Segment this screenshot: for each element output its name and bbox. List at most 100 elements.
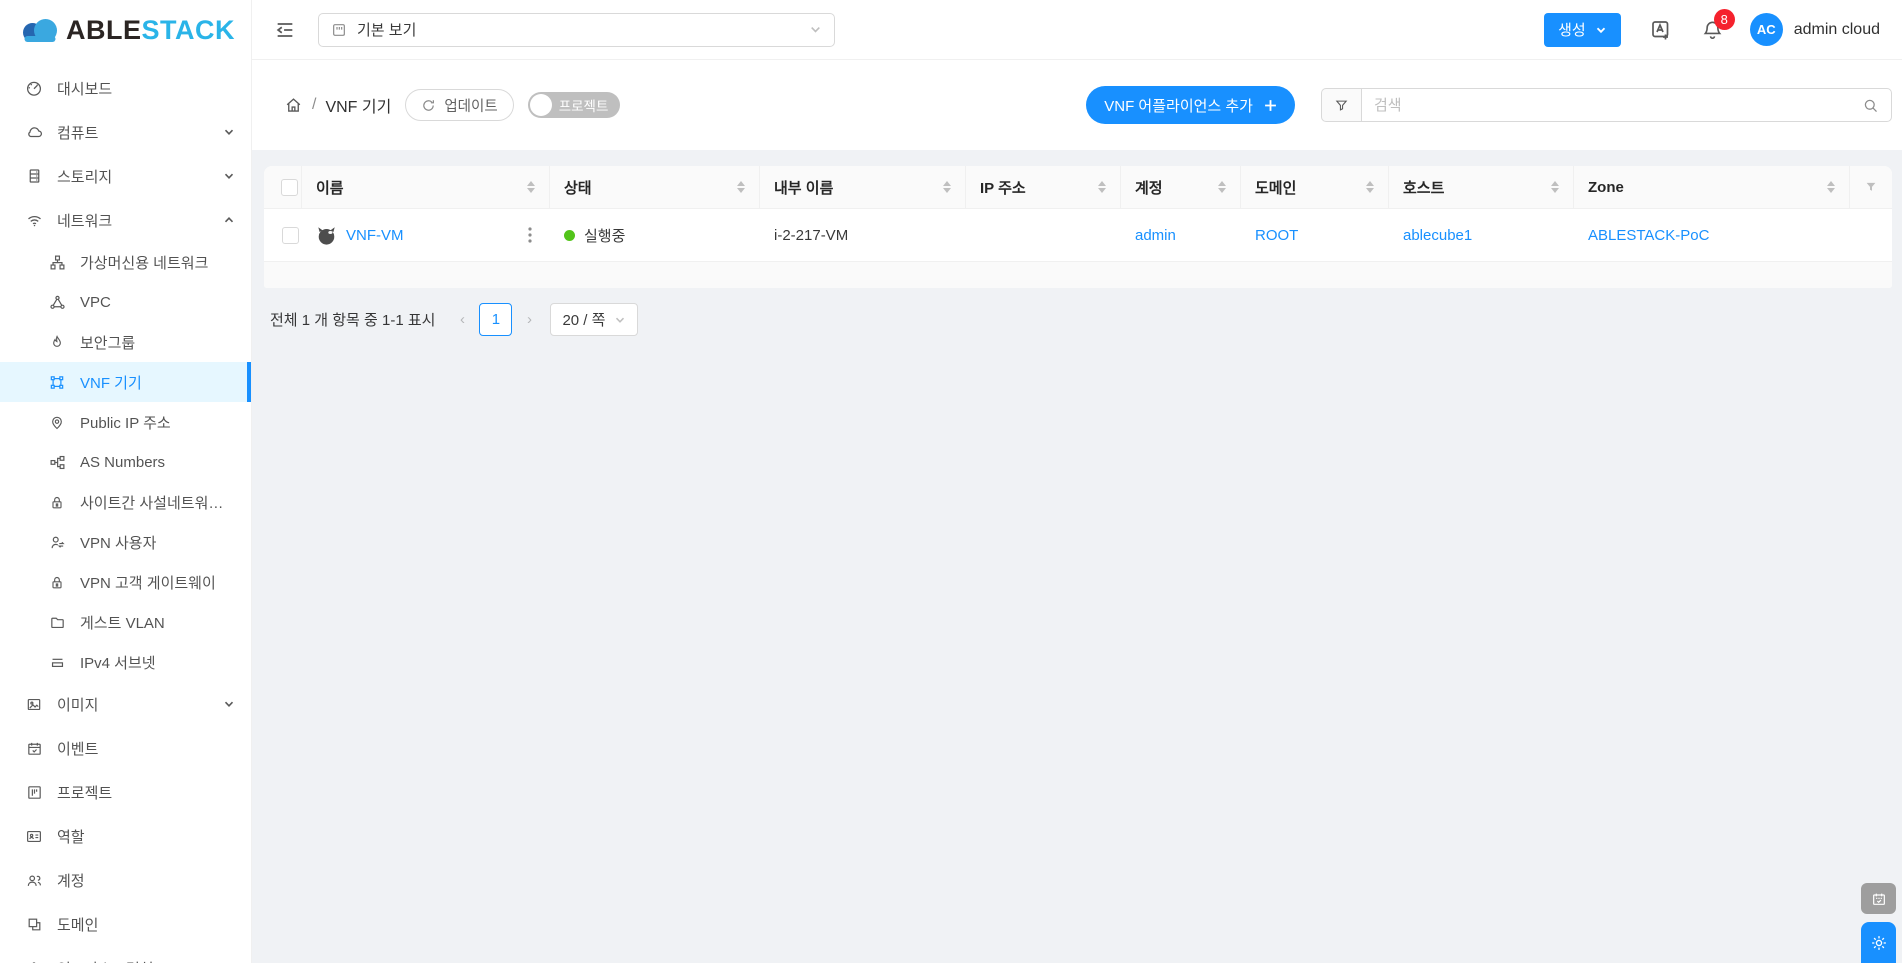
search-filter-button[interactable] [1321,88,1361,122]
domain-link[interactable]: ROOT [1255,227,1298,244]
column-header-ip-address[interactable]: IP 주소 [966,166,1121,208]
chevron-up-icon [223,214,235,226]
sidebar-item-vpc[interactable]: VPC [0,282,251,322]
sort-icon[interactable] [1358,181,1374,193]
project-toggle[interactable]: 프로젝트 [527,92,621,118]
column-filter-button[interactable] [1850,166,1892,208]
table-row[interactable]: VNF-VM 실행중 i-2-217-VM admin ROOT ablecub… [264,209,1892,262]
list-actions: VNF 어플라이언스 추가 [1086,86,1892,124]
column-header-host[interactable]: 호스트 [1389,166,1574,208]
chevron-down-icon [614,314,626,326]
sort-icon[interactable] [935,181,951,193]
domains-icon [24,916,44,933]
page-size-selector[interactable]: 20 / 쪽 [550,303,639,336]
search-icon[interactable] [1862,97,1879,114]
funnel-icon [1335,100,1348,111]
toggle-knob [529,94,552,116]
sidebar-collapse-icon[interactable] [274,19,296,41]
public-ip-icon [47,414,67,431]
settings-button[interactable] [1861,922,1896,963]
create-button[interactable]: 생성 [1544,12,1621,47]
sidebar-item-events[interactable]: 이벤트 [0,726,251,770]
page-title: VNF 기기 [325,99,392,116]
annotation-add-icon[interactable] [1649,18,1673,42]
zone-link[interactable]: ABLESTACK-PoC [1588,227,1709,244]
row-account-cell: admin [1121,227,1241,244]
page-header-band: / VNF 기기 업데이트 프로젝트 VNF 어플라이언스 추가 [252,60,1902,150]
select-all-checkbox[interactable] [281,178,298,196]
sidebar-item-vpn-customer-gateway[interactable]: VPN 고객 게이트웨이 [0,562,251,602]
pagination: 전체 1 개 항목 중 1-1 표시 ‹ 1 › 20 / 쪽 [270,303,1892,336]
sidebar-item-ipv4-subnets[interactable]: IPv4 서브넷 [0,642,251,682]
sidebar-item-guest-vlan[interactable]: 게스트 VLAN [0,602,251,642]
row-more-actions-icon[interactable] [524,223,536,247]
app-window: ABLESTACK 대시보드 컴퓨트 스토리지 네트워크 가상머신용 네트워크 … [0,0,1902,963]
add-vnf-appliance-button[interactable]: VNF 어플라이언스 추가 [1086,86,1295,124]
sidebar-item-site-to-site-vpn[interactable]: 사이트간 사설네트워크(VP... [0,482,251,522]
row-host-cell: ablecube1 [1389,227,1574,244]
chevron-down-icon [809,23,822,36]
sort-icon[interactable] [729,181,745,193]
event-log-button[interactable] [1861,883,1896,914]
column-header-internal-name[interactable]: 내부 이름 [760,166,966,208]
refresh-button[interactable]: 업데이트 [405,89,514,121]
prev-page-button[interactable]: ‹ [449,304,475,336]
sort-icon[interactable] [1819,181,1835,193]
sidebar-item-storage[interactable]: 스토리지 [0,154,251,198]
username: admin cloud [1793,20,1880,38]
plus-icon [1265,99,1276,111]
row-checkbox[interactable] [281,226,299,244]
column-header-domain[interactable]: 도메인 [1241,166,1389,208]
sort-icon[interactable] [519,181,535,193]
view-selector-value: 기본 보기 [357,22,417,39]
column-header-status[interactable]: 상태 [550,166,760,208]
topbar: 기본 보기 생성 8 AC admin cloud [252,0,1902,60]
page-number-1[interactable]: 1 [479,303,513,336]
sidebar-item-compute[interactable]: 컴퓨트 [0,110,251,154]
sidebar-item-guest-network[interactable]: 가상머신용 네트워크 [0,242,251,282]
notifications-button[interactable]: 8 [1701,8,1735,42]
column-header-name[interactable]: 이름 [302,166,550,208]
column-header-zone[interactable]: Zone [1574,166,1850,208]
corner-tools [1861,883,1896,963]
host-link[interactable]: ablecube1 [1403,227,1472,244]
search-group [1321,88,1892,122]
view-selector[interactable]: 기본 보기 [318,12,835,47]
search-input[interactable] [1374,96,1862,114]
table-footer-strip [264,262,1892,288]
chevron-down-icon [223,126,235,138]
sidebar-item-as-numbers[interactable]: AS Numbers [0,442,251,482]
sidebar-item-roles[interactable]: 역할 [0,814,251,858]
sidebar-item-public-ip[interactable]: Public IP 주소 [0,402,251,442]
next-page-button[interactable]: › [516,304,542,336]
vnf-appliance-icon [47,374,67,391]
funnel-icon [1866,182,1876,191]
breadcrumb: / VNF 기기 [284,93,391,117]
sidebar-item-vnf-appliances[interactable]: VNF 기기 [0,362,251,402]
avatar[interactable]: AC [1749,13,1783,46]
sidebar-item-accounts[interactable]: 계정 [0,858,251,902]
column-header-account[interactable]: 계정 [1121,166,1241,208]
sidebar-item-security-groups[interactable]: 보안그룹 [0,322,251,362]
sidebar-item-domains[interactable]: 도메인 [0,902,251,946]
sort-icon[interactable] [1543,181,1559,193]
guest-network-icon [47,254,67,271]
account-link[interactable]: admin [1135,227,1176,244]
sidebar-item-projects[interactable]: 프로젝트 [0,770,251,814]
sort-icon[interactable] [1210,181,1226,193]
home-icon[interactable] [284,96,303,115]
sidebar-item-images[interactable]: 이미지 [0,682,251,726]
ablestack-logo[interactable]: ABLESTACK [0,0,251,60]
network-wifi-icon [24,211,44,229]
sort-icon[interactable] [1090,181,1106,193]
row-domain-cell: ROOT [1241,227,1389,244]
project-view-icon [331,22,347,38]
sidebar-item-infrastructure[interactable]: 인프라스트럭쳐 [0,946,251,963]
sidebar-item-network[interactable]: 네트워크 [0,198,251,242]
as-numbers-icon [47,454,67,471]
sidebar-item-dashboard[interactable]: 대시보드 [0,66,251,110]
sidebar-item-vpn-users[interactable]: VPN 사용자 [0,522,251,562]
row-name-link[interactable]: VNF-VM [346,227,404,244]
events-icon [24,740,44,757]
row-zone-cell: ABLESTACK-PoC [1574,227,1850,244]
